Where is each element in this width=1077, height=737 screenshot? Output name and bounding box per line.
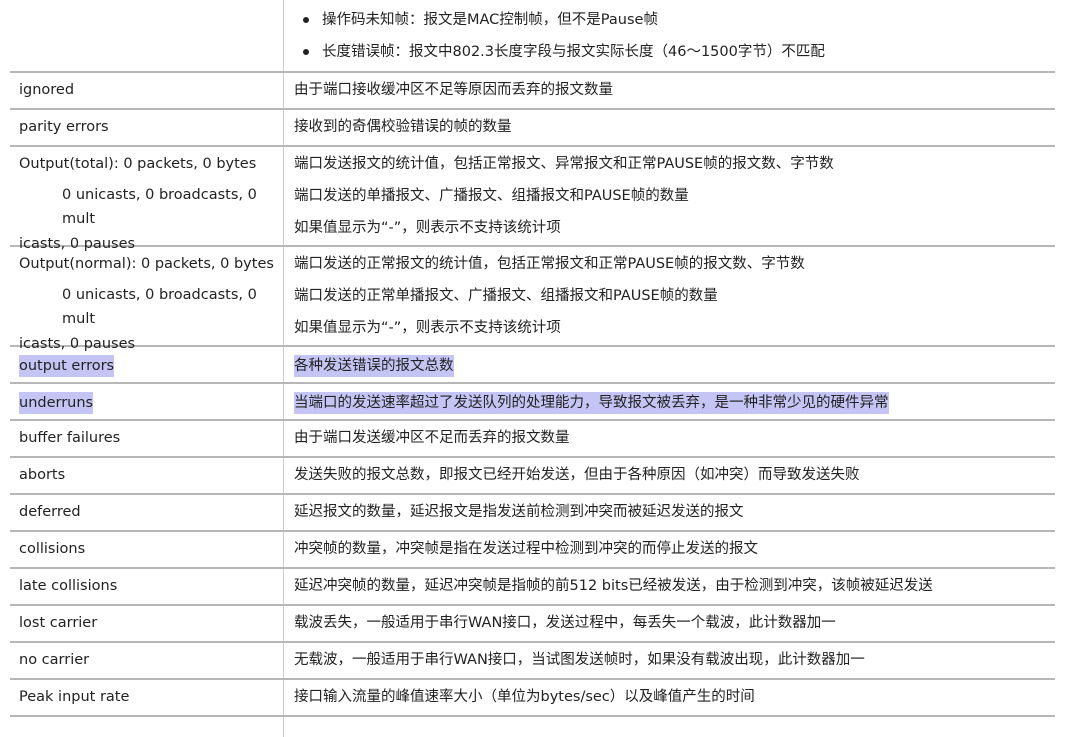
description-text: 接口输入流量的峰值速率大小（单位为bytes/sec）以及峰值产生的时间 <box>294 689 755 705</box>
description-cell: 当端口的发送速率超过了发送队列的处理能力，导致报文被丢弃，是一种非常少见的硬件异… <box>283 384 1055 419</box>
description-cell: 延迟冲突帧的数量，延迟冲突帧是指帧的前512 bits已经被发送，由于检测到冲突… <box>283 569 1055 604</box>
description-cell: 接收到的奇偶校验错误的帧的数量 <box>283 110 1055 145</box>
description-text: 端口发送的正常报文的统计值，包括正常报文和正常PAUSE帧的报文数、字节数 <box>294 256 805 272</box>
field-cell: aborts <box>10 458 283 493</box>
field-cell <box>10 717 283 737</box>
field-cell: output errors <box>10 347 283 382</box>
description-cell: 端口发送报文的统计值，包括正常报文、异常报文和正常PAUSE帧的报文数、字节数 … <box>283 147 1055 245</box>
field-cell: late collisions <box>10 569 283 604</box>
description-text: 延迟报文的数量，延迟报文是指发送前检测到冲突而被延迟发送的报文 <box>294 504 744 520</box>
description-text: 无载波，一般适用于串行WAN接口，当试图发送帧时，如果没有载波出现，此计数器加一 <box>294 652 865 668</box>
description-cell: 操作码未知帧：报文是MAC控制帧，但不是Pause帧 长度错误帧：报文中802.… <box>283 0 1055 71</box>
table-row-highlighted: output errors 各种发送错误的报文总数 <box>10 347 1055 384</box>
field-cell: Output(total): 0 packets, 0 bytes 0 unic… <box>10 147 283 252</box>
field-cell: buffer failures <box>10 421 283 456</box>
description-text: 接收到的奇偶校验错误的帧的数量 <box>294 119 512 135</box>
table-row: collisions 冲突帧的数量，冲突帧是指在发送过程中检测到冲突的而停止发送… <box>10 532 1055 569</box>
field-cell: Output(normal): 0 packets, 0 bytes 0 uni… <box>10 247 283 352</box>
description-text: 冲突帧的数量，冲突帧是指在发送过程中检测到冲突的而停止发送的报文 <box>294 541 758 557</box>
description-text: 发送失败的报文总数，即报文已经开始发送，但由于各种原因（如冲突）而导致发送失败 <box>294 467 860 483</box>
description-text: 延迟冲突帧的数量，延迟冲突帧是指帧的前512 bits已经被发送，由于检测到冲突… <box>294 578 933 594</box>
field-name-continued: 0 unicasts, 0 broadcasts, 0 mult <box>62 287 257 327</box>
field-name-continued: 0 unicasts, 0 broadcasts, 0 mult <box>62 187 257 227</box>
field-name: aborts <box>19 467 66 483</box>
field-name: parity errors <box>19 119 109 135</box>
field-cell: Peak input rate <box>10 680 283 715</box>
field-cell: lost carrier <box>10 606 283 641</box>
field-cell-empty <box>10 0 283 71</box>
description-text: 端口发送的单播报文、广播报文、组播报文和PAUSE帧的数量 <box>294 188 689 204</box>
description-cell <box>283 717 1055 737</box>
description-cell: 接口输入流量的峰值速率大小（单位为bytes/sec）以及峰值产生的时间 <box>283 680 1055 715</box>
description-text: 载波丢失，一般适用于串行WAN接口，发送过程中，每丢失一个载波，此计数器加一 <box>294 615 836 631</box>
description-cell: 冲突帧的数量，冲突帧是指在发送过程中检测到冲突的而停止发送的报文 <box>283 532 1055 567</box>
description-text: 如果值显示为“-”，则表示不支持该统计项 <box>294 220 561 236</box>
table-row: aborts 发送失败的报文总数，即报文已经开始发送，但由于各种原因（如冲突）而… <box>10 458 1055 495</box>
description-cell: 延迟报文的数量，延迟报文是指发送前检测到冲突而被延迟发送的报文 <box>283 495 1055 530</box>
field-name: deferred <box>19 504 81 520</box>
field-name: lost carrier <box>19 615 98 631</box>
field-cell: underruns <box>10 384 283 419</box>
field-name: collisions <box>19 541 86 557</box>
field-name: buffer failures <box>19 430 121 446</box>
field-cell: collisions <box>10 532 283 567</box>
table-row: parity errors 接收到的奇偶校验错误的帧的数量 <box>10 110 1055 147</box>
table-row: no carrier 无载波，一般适用于串行WAN接口，当试图发送帧时，如果没有… <box>10 643 1055 680</box>
description-text: 端口发送报文的统计值，包括正常报文、异常报文和正常PAUSE帧的报文数、字节数 <box>294 156 834 172</box>
description-cell: 各种发送错误的报文总数 <box>283 347 1055 382</box>
field-cell: deferred <box>10 495 283 530</box>
table-row: deferred 延迟报文的数量，延迟报文是指发送前检测到冲突而被延迟发送的报文 <box>10 495 1055 532</box>
field-name: ignored <box>19 82 75 98</box>
description-text: 由于端口接收缓冲区不足等原因而丢弃的报文数量 <box>294 82 613 98</box>
table-row-highlighted: underruns 当端口的发送速率超过了发送队列的处理能力，导致报文被丢弃，是… <box>10 384 1055 421</box>
bullet-item: 长度错误帧：报文中802.3长度字段与报文实际长度（46～1500字节）不匹配 <box>294 36 1047 68</box>
table-row: ignored 由于端口接收缓冲区不足等原因而丢弃的报文数量 <box>10 73 1055 110</box>
description-cell: 由于端口接收缓冲区不足等原因而丢弃的报文数量 <box>283 73 1055 108</box>
field-name: output errors <box>19 355 115 377</box>
description-text: 当端口的发送速率超过了发送队列的处理能力，导致报文被丢弃，是一种非常少见的硬件异… <box>294 392 889 414</box>
field-name: Output(normal): 0 packets, 0 bytes <box>19 256 274 272</box>
field-name: Peak input rate <box>19 689 130 705</box>
table-row: Peak input rate 接口输入流量的峰值速率大小（单位为bytes/s… <box>10 680 1055 717</box>
description-cell: 载波丢失，一般适用于串行WAN接口，发送过程中，每丢失一个载波，此计数器加一 <box>283 606 1055 641</box>
description-text: 如果值显示为“-”，则表示不支持该统计项 <box>294 320 561 336</box>
field-name: Output(total): 0 packets, 0 bytes <box>19 156 257 172</box>
field-cell: no carrier <box>10 643 283 678</box>
description-cell: 端口发送的正常报文的统计值，包括正常报文和正常PAUSE帧的报文数、字节数 端口… <box>283 247 1055 345</box>
table-row: buffer failures 由于端口发送缓冲区不足而丢弃的报文数量 <box>10 421 1055 458</box>
description-cell: 无载波，一般适用于串行WAN接口，当试图发送帧时，如果没有载波出现，此计数器加一 <box>283 643 1055 678</box>
description-text: 由于端口发送缓冲区不足而丢弃的报文数量 <box>294 430 570 446</box>
description-text: 端口发送的正常单播报文、广播报文、组播报文和PAUSE帧的数量 <box>294 288 718 304</box>
field-cell: ignored <box>10 73 283 108</box>
table-row: lost carrier 载波丢失，一般适用于串行WAN接口，发送过程中，每丢失… <box>10 606 1055 643</box>
table-row: late collisions 延迟冲突帧的数量，延迟冲突帧是指帧的前512 b… <box>10 569 1055 606</box>
table-row-top-continuation: 操作码未知帧：报文是MAC控制帧，但不是Pause帧 长度错误帧：报文中802.… <box>10 0 1055 73</box>
description-cell: 由于端口发送缓冲区不足而丢弃的报文数量 <box>283 421 1055 456</box>
table-row: Output(total): 0 packets, 0 bytes 0 unic… <box>10 147 1055 252</box>
table-row: Output(normal): 0 packets, 0 bytes 0 uni… <box>10 247 1055 352</box>
field-cell: parity errors <box>10 110 283 145</box>
table-row-partial <box>10 717 1055 737</box>
field-name: late collisions <box>19 578 118 594</box>
bullet-item: 操作码未知帧：报文是MAC控制帧，但不是Pause帧 <box>294 4 1047 36</box>
description-text: 各种发送错误的报文总数 <box>294 355 454 377</box>
field-name: underruns <box>19 392 94 414</box>
description-cell: 发送失败的报文总数，即报文已经开始发送，但由于各种原因（如冲突）而导致发送失败 <box>283 458 1055 493</box>
field-name: no carrier <box>19 652 90 668</box>
field-description-table: 操作码未知帧：报文是MAC控制帧，但不是Pause帧 长度错误帧：报文中802.… <box>10 0 1055 737</box>
